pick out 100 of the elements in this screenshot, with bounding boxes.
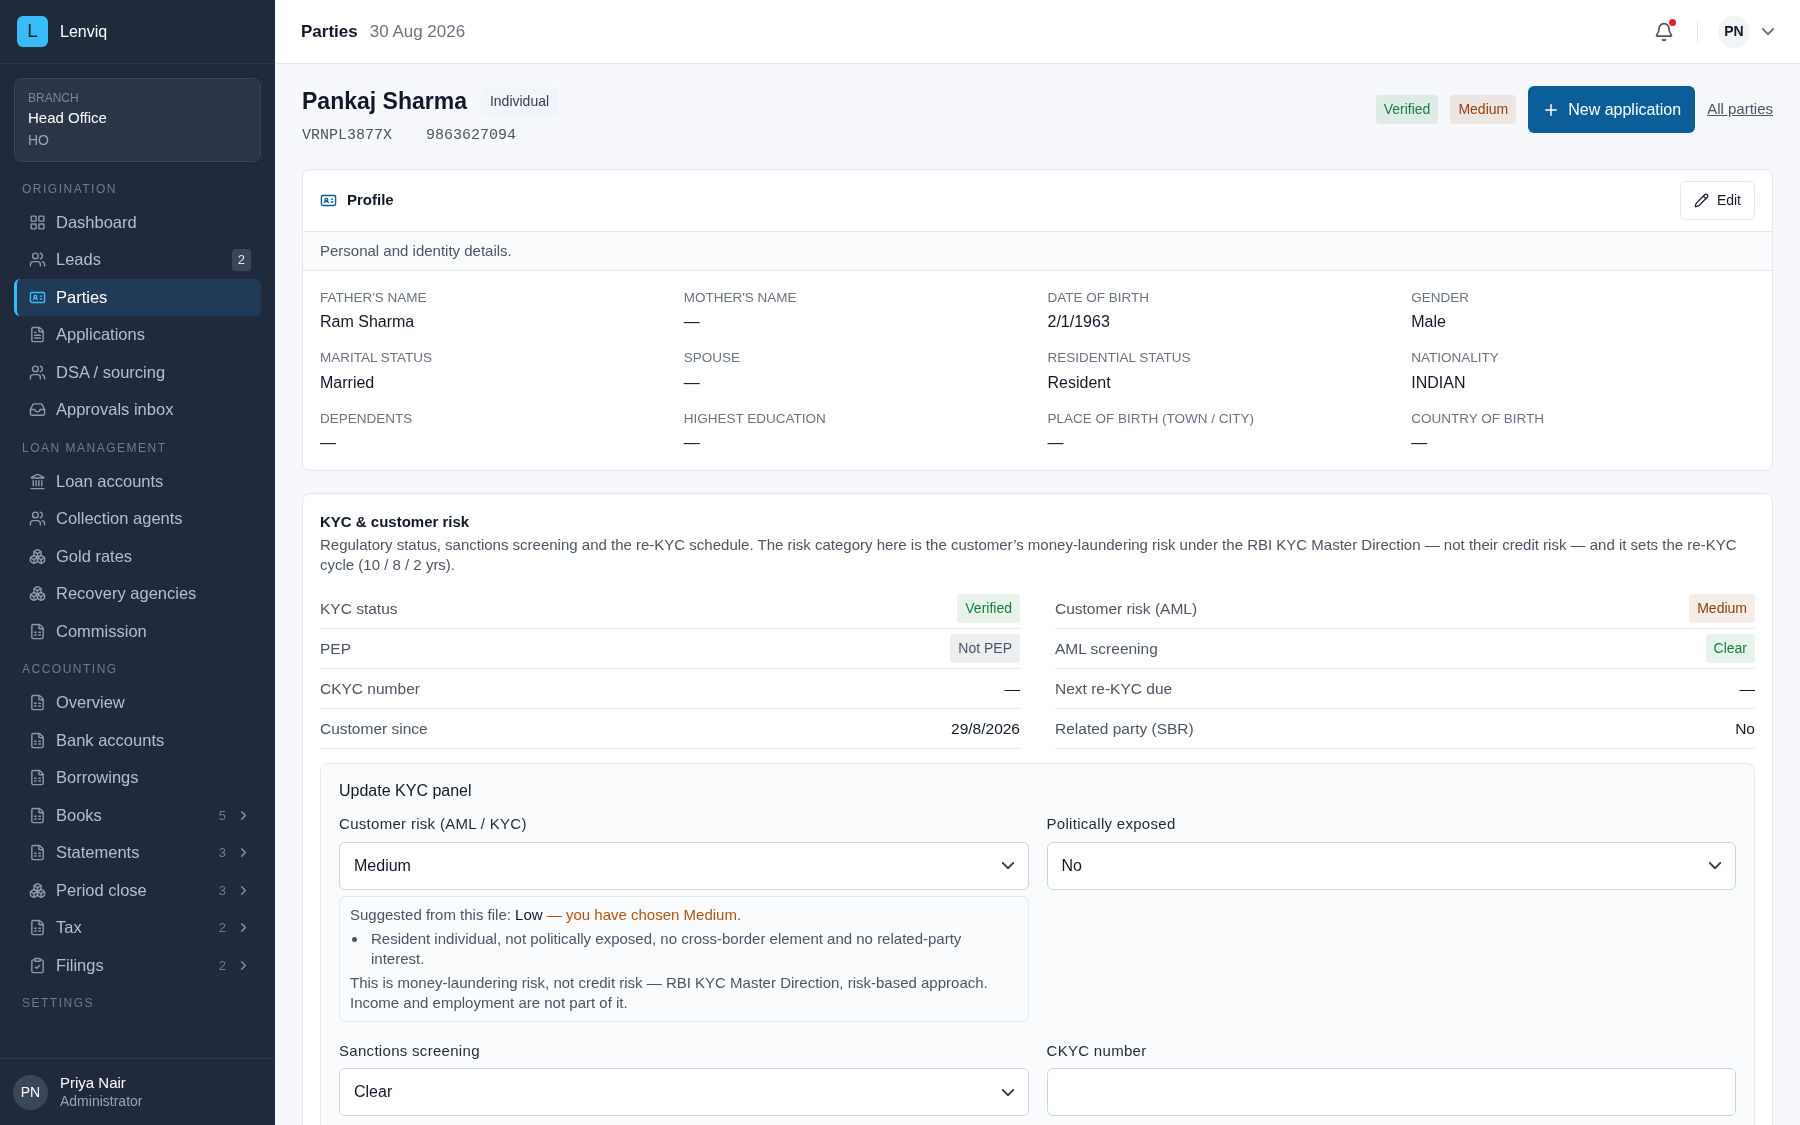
spreadsheet-icon	[29, 806, 46, 824]
field-label: DATE OF BIRTH	[1047, 289, 1150, 307]
field-label: MOTHER'S NAME	[683, 289, 798, 307]
spreadsheet-icon	[29, 622, 46, 640]
field-value: —	[1047, 432, 1065, 453]
count-badge: 2	[231, 249, 251, 271]
grid-icon	[29, 213, 46, 231]
row-label: Next re-KYC due	[1055, 679, 1173, 700]
nav-item[interactable]: Books 5	[14, 796, 261, 834]
field-label: FATHER'S NAME	[320, 289, 428, 307]
field-label: DEPENDENTS	[320, 409, 414, 428]
people-icon	[29, 363, 46, 381]
item-count: 2	[218, 956, 226, 975]
field-label: GENDER	[1411, 289, 1470, 307]
field-label: Customer risk (AML / KYC)	[339, 814, 528, 835]
section-heading: SETTINGS	[21, 995, 95, 1012]
party-pan: VRNPL3877X	[302, 125, 392, 146]
suggestion-reason: Resident individual, not politically exposed, no cross-border element and no related-party interest.	[370, 928, 963, 969]
pencil-icon	[1693, 193, 1709, 208]
row-label: Related party (SBR)	[1055, 719, 1194, 740]
suggestion-text: Suggested from this file: Low — you have chosen Medium.	[350, 904, 743, 925]
brand-name: Lenviq	[60, 21, 108, 42]
new-application-button[interactable]: New application	[1528, 86, 1696, 133]
card-title: KYC & customer risk	[320, 511, 471, 532]
party-name: Pankaj Sharma	[302, 87, 467, 116]
people-icon	[29, 251, 46, 269]
branch-name: Head Office	[28, 108, 108, 128]
nav-item[interactable]: Approvals inbox	[14, 391, 261, 429]
select-field[interactable]: Clear	[339, 1068, 1029, 1117]
field-value: Resident	[1047, 372, 1112, 393]
suggestion-note: This is money-laundering risk, not credit risk — RBI KYC Master Direction, risk-based approach. Income and employment are not part of it.	[350, 972, 989, 1013]
select-field[interactable]: Medium	[339, 841, 1029, 890]
user-role: Administrator	[60, 1092, 143, 1111]
field-value: INDIAN	[1411, 372, 1467, 393]
field-label: COUNTRY OF BIRTH	[1411, 409, 1545, 428]
field-value: Married	[320, 372, 376, 393]
field-label: PLACE OF BIRTH (TOWN / CITY)	[1047, 409, 1255, 428]
nav-item[interactable]: Parties	[14, 278, 261, 316]
row-value: —	[1739, 679, 1755, 700]
all-parties-link[interactable]: All parties	[1707, 98, 1773, 121]
nav-item[interactable]: Commission	[14, 612, 261, 650]
nav-item[interactable]: Borrowings	[14, 759, 261, 797]
nav-item[interactable]: Dashboard	[14, 203, 261, 241]
nav-item[interactable]: Tax 2	[14, 909, 261, 947]
row-label: PEP	[320, 639, 351, 660]
user-avatar[interactable]: PN	[1718, 15, 1750, 48]
nav-item[interactable]: Filings 2	[14, 946, 261, 984]
field-label: Sanctions screening	[339, 1040, 481, 1061]
boxes-icon	[29, 585, 46, 603]
spreadsheet-icon	[29, 694, 46, 712]
chevron-down-icon	[1001, 1088, 1014, 1096]
nav-item[interactable]: Collection agents	[14, 500, 261, 538]
section-heading: ORIGINATION	[21, 180, 118, 198]
nav-item[interactable]: Recovery agencies	[14, 575, 261, 613]
select-field[interactable]: No	[1046, 841, 1736, 890]
nav-item[interactable]: Overview	[14, 684, 261, 722]
nav-item[interactable]: Leads 2	[14, 241, 261, 279]
inbox-icon	[29, 401, 46, 419]
field-label: MARITAL STATUS	[320, 349, 433, 368]
status-badge: Verified	[1375, 95, 1439, 124]
item-count: 3	[218, 844, 226, 862]
boxes-icon	[29, 547, 46, 565]
edit-button[interactable]: Edit	[1679, 181, 1755, 220]
row-value: 29/8/2026	[951, 719, 1020, 740]
row-label: AML screening	[1055, 639, 1158, 660]
nav-item[interactable]: Loan accounts	[14, 462, 261, 500]
clipboard-check-icon	[29, 956, 46, 974]
field-label: NATIONALITY	[1411, 349, 1500, 368]
item-count: 2	[218, 919, 226, 937]
input-field[interactable]	[1046, 1068, 1736, 1117]
row-label: CKYC number	[320, 679, 420, 700]
id-card-icon	[320, 192, 337, 209]
card-description: Personal and identity details.	[320, 240, 512, 261]
chevron-down-icon	[1709, 862, 1721, 870]
nav-item[interactable]: Bank accounts	[14, 721, 261, 759]
bullet-icon	[352, 936, 357, 942]
party-type-tag: Individual	[480, 86, 559, 116]
card-description: Regulatory status, sanctions screening and the re-KYC schedule. The risk category here is the customer’s money-laundering risk under the RBI KYC Master Direction — not their credit risk — and it sets the re-KYC cycle (10 / 8 / 2 yrs).	[320, 535, 1738, 576]
field-label: Politically exposed	[1046, 814, 1177, 835]
row-label: KYC status	[320, 599, 398, 620]
nav-item[interactable]: DSA / sourcing	[14, 353, 261, 391]
nav-item[interactable]: Period close 3	[14, 871, 261, 909]
branch-card[interactable]: BRANCH Head Office HO	[14, 78, 261, 162]
bank-icon	[29, 472, 46, 490]
branch-label: BRANCH	[28, 90, 80, 107]
nav-item[interactable]: Applications	[14, 316, 261, 354]
row-label: Customer risk (AML)	[1055, 599, 1198, 620]
field-label: RESIDENTIAL STATUS	[1047, 349, 1192, 368]
status-badge: Not PEP	[950, 634, 1020, 664]
field-value: —	[683, 432, 701, 453]
document-icon	[29, 326, 46, 344]
field-value: Ram Sharma	[320, 312, 416, 333]
field-label: HIGHEST EDUCATION	[683, 409, 827, 428]
nav-item[interactable]: Gold rates	[14, 537, 261, 575]
nav-item[interactable]: Statements 3	[14, 834, 261, 872]
section-heading: ACCOUNTING	[21, 661, 119, 678]
panel-title: Update KYC panel	[339, 781, 473, 802]
spreadsheet-icon	[29, 731, 46, 749]
field-value: —	[683, 312, 701, 333]
item-count: 3	[218, 881, 226, 900]
